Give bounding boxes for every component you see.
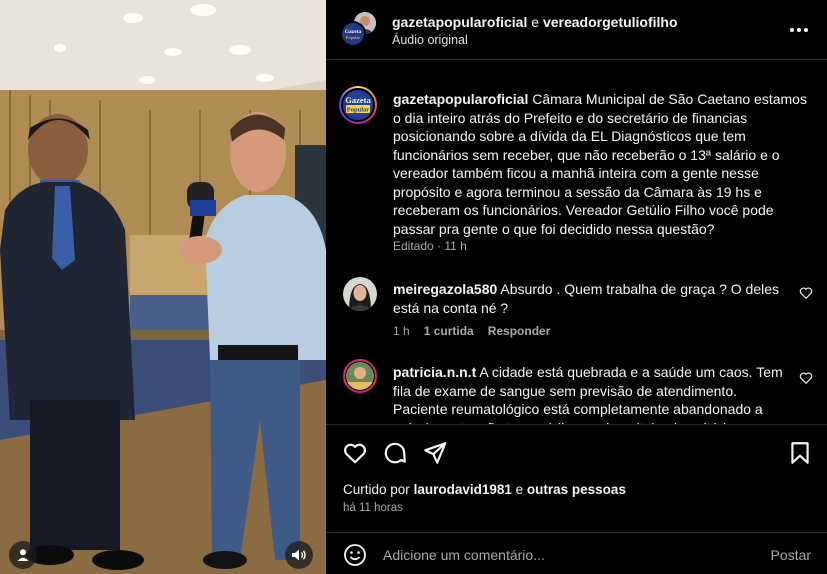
- post-header: Gazeta Popular gazetapopularoficial e ve…: [326, 0, 827, 60]
- person-photo: [346, 362, 374, 390]
- comment-1: meiregazola580 Absurdo . Quem trabalha d…: [393, 280, 793, 317]
- comment-like-heart-icon[interactable]: [799, 286, 813, 300]
- bookmark-icon[interactable]: [787, 440, 813, 466]
- heart-icon[interactable]: [342, 440, 368, 466]
- caption-body: Câmara Municipal de São Caetano estamos …: [393, 91, 807, 237]
- post-timestamp[interactable]: há 11 horas: [343, 502, 403, 514]
- gazeta-logo: Gazeta Popular: [345, 29, 362, 40]
- post-authors: gazetapopularoficial e vereadorgetuliofi…: [392, 14, 678, 30]
- tagged-users-button[interactable]: [9, 541, 37, 569]
- comment-time: 1 h: [393, 324, 410, 338]
- liker-username[interactable]: laurodavid1981: [414, 482, 512, 497]
- comment-like-heart-icon[interactable]: [799, 371, 813, 385]
- commenter-avatar[interactable]: [343, 277, 377, 311]
- caption-username[interactable]: gazetapopularoficial: [393, 91, 528, 107]
- gazeta-logo: Gazeta Popular: [345, 95, 371, 114]
- likes-summary: Curtido por laurodavid1981 e outras pess…: [343, 482, 626, 497]
- comment-username[interactable]: meiregazola580: [393, 281, 497, 297]
- post-side-panel: Gazeta Popular gazetapopularoficial e ve…: [326, 0, 827, 574]
- avatar-gazetapopularoficial[interactable]: Gazeta Popular: [340, 21, 366, 47]
- comment-1-meta: 1 h 1 curtida Responder: [393, 324, 550, 338]
- audio-link[interactable]: Áudio original: [392, 33, 468, 47]
- add-comment-bar: Postar: [326, 532, 827, 574]
- comment-icon[interactable]: [382, 440, 408, 466]
- post-action-bar: [326, 424, 827, 480]
- caption-meta: Editado · 11 h: [393, 239, 467, 253]
- svg-text:Popular: Popular: [347, 107, 370, 114]
- comment-2: patricia.n.n.t A cidade está quebrada e …: [393, 363, 793, 424]
- likes-conj: e: [515, 482, 524, 497]
- emoji-icon[interactable]: [343, 543, 367, 567]
- comment-username[interactable]: patricia.n.n.t: [393, 364, 476, 380]
- caption-avatar[interactable]: Gazeta Popular: [339, 86, 377, 124]
- user-icon: [17, 549, 29, 561]
- svg-text:Gazeta: Gazeta: [345, 95, 371, 105]
- author-conjunction: e: [531, 14, 540, 30]
- author-link-1[interactable]: gazetapopularoficial: [392, 14, 527, 30]
- post-video[interactable]: [0, 0, 326, 574]
- comment-input[interactable]: [383, 542, 743, 568]
- comment-likes[interactable]: 1 curtida: [424, 324, 474, 338]
- share-icon[interactable]: [422, 440, 448, 466]
- more-icon: [790, 28, 794, 32]
- speaker-icon: [292, 549, 306, 561]
- audio-toggle-button[interactable]: [285, 541, 313, 569]
- post-comment-button[interactable]: Postar: [771, 547, 811, 563]
- more-options-button[interactable]: [787, 20, 811, 40]
- video-frame: [0, 0, 326, 574]
- likes-prefix: Curtido por: [343, 482, 410, 497]
- post-caption: gazetapopularoficial Câmara Municipal de…: [393, 90, 813, 238]
- svg-text:Popular: Popular: [346, 35, 361, 40]
- reply-button[interactable]: Responder: [488, 324, 551, 338]
- author-link-2[interactable]: vereadorgetuliofilho: [543, 14, 678, 30]
- likes-others-link[interactable]: outras pessoas: [527, 482, 626, 497]
- collab-avatars[interactable]: Gazeta Popular: [340, 12, 376, 48]
- comments-list[interactable]: Gazeta Popular gazetapopularoficial Câma…: [326, 61, 827, 424]
- commenter-avatar[interactable]: [343, 359, 377, 393]
- person-photo: [343, 277, 377, 311]
